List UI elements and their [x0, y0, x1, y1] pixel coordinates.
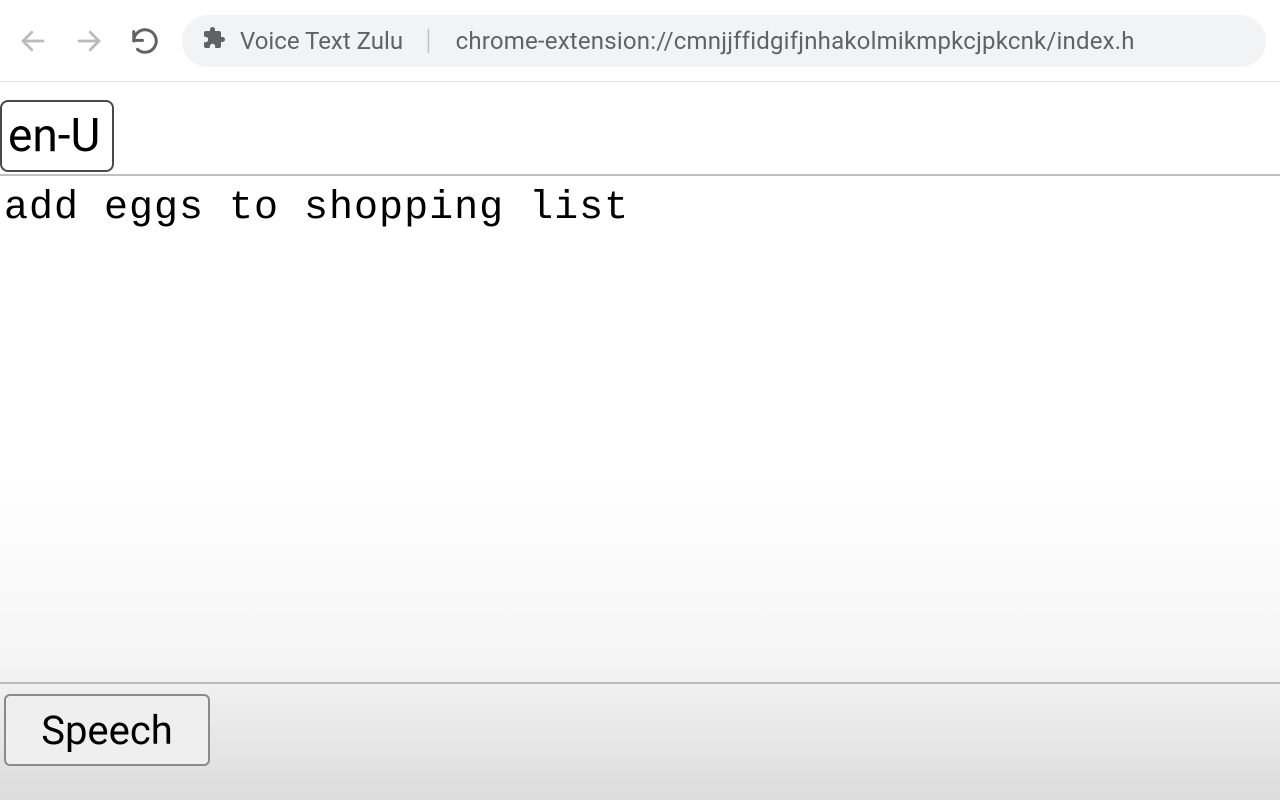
arrow-right-icon: [74, 26, 104, 56]
language-select[interactable]: [0, 100, 114, 172]
forward-button[interactable]: [70, 22, 108, 60]
extension-page: add eggs to shopping list Speech: [0, 82, 1280, 800]
speech-button[interactable]: Speech: [4, 694, 210, 766]
browser-toolbar: Voice Text Zulu │ chrome-extension://cmn…: [0, 0, 1280, 82]
arrow-left-icon: [18, 26, 48, 56]
divider: [0, 682, 1280, 684]
reload-button[interactable]: [126, 22, 164, 60]
extension-icon: [202, 26, 226, 56]
page-title: Voice Text Zulu: [240, 27, 403, 55]
address-separator: │: [417, 28, 442, 53]
refresh-icon: [130, 26, 160, 56]
page-url: chrome-extension://cmnjjffidgifjnhakolmi…: [456, 27, 1135, 55]
transcript-output: add eggs to shopping list: [0, 176, 1280, 682]
back-button[interactable]: [14, 22, 52, 60]
address-bar[interactable]: Voice Text Zulu │ chrome-extension://cmn…: [182, 15, 1266, 67]
